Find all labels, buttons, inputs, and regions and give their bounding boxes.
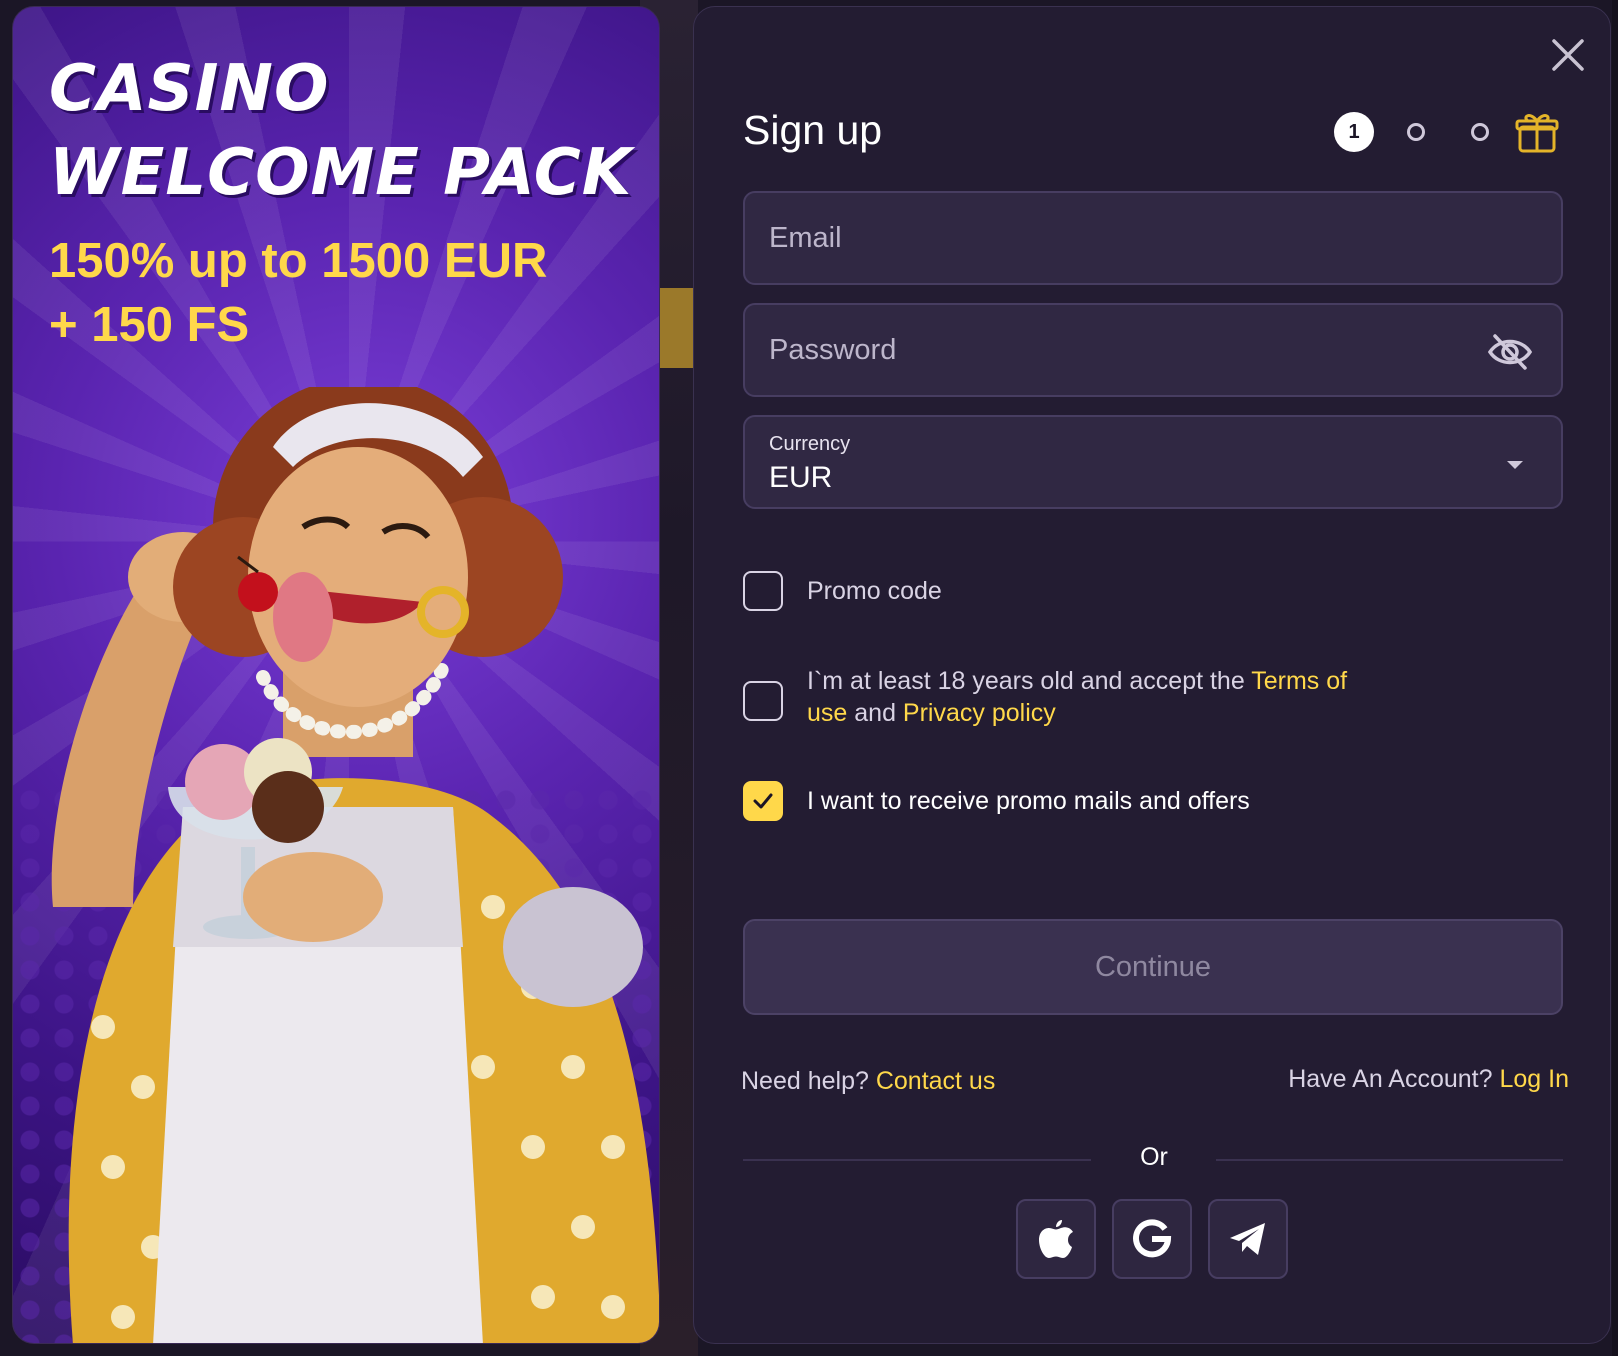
banner-title: CASINO WELCOME PACK xyxy=(49,47,632,215)
step-2-indicator xyxy=(1407,123,1425,141)
checkmark-icon xyxy=(753,793,773,809)
modal-title: Sign up xyxy=(743,107,883,153)
banner-offer-line-1: 150% up to 1500 EUR xyxy=(49,234,548,288)
promo-mails-row: I want to receive promo mails and offers xyxy=(743,781,1250,821)
google-icon xyxy=(1133,1219,1172,1258)
need-help: Need help? Contact us xyxy=(741,1067,995,1096)
continue-button[interactable]: Continue xyxy=(743,919,1563,1015)
password-field[interactable] xyxy=(743,303,1563,397)
google-login-button[interactable] xyxy=(1112,1199,1192,1279)
close-icon[interactable] xyxy=(1548,35,1588,75)
contact-us-link[interactable]: Contact us xyxy=(876,1067,996,1095)
telegram-icon xyxy=(1230,1223,1265,1255)
step-indicator: 1 xyxy=(1334,107,1564,157)
promo-mails-checkbox[interactable] xyxy=(743,781,783,821)
apple-login-button[interactable] xyxy=(1016,1199,1096,1279)
banner-offer: 150% up to 1500 EUR + 150 FS xyxy=(49,229,547,357)
banner-title-line-2: WELCOME PACK xyxy=(49,136,633,210)
or-label: Or xyxy=(1140,1143,1168,1171)
privacy-policy-link[interactable]: Privacy policy xyxy=(903,699,1056,727)
promo-mails-label: I want to receive promo mails and offers xyxy=(807,787,1250,815)
log-in-link[interactable]: Log In xyxy=(1499,1065,1569,1093)
divider-left xyxy=(743,1159,1091,1161)
signup-modal: Sign up 1 Currency EUR Promo code I`m xyxy=(693,6,1611,1344)
terms-checkbox[interactable] xyxy=(743,681,783,721)
have-account-text: Have An Account? xyxy=(1288,1065,1500,1093)
terms-and: and xyxy=(847,699,903,727)
background-edge xyxy=(1612,0,1618,1356)
terms-prefix: I`m at least 18 years old and accept the xyxy=(807,667,1252,695)
currency-select[interactable]: Currency EUR xyxy=(743,415,1563,509)
telegram-login-button[interactable] xyxy=(1208,1199,1288,1279)
chevron-down-icon xyxy=(1507,461,1523,469)
banner-offer-line-2: + 150 FS xyxy=(49,298,250,352)
currency-label: Currency xyxy=(769,433,851,455)
email-field[interactable] xyxy=(743,191,1563,285)
have-account: Have An Account? Log In xyxy=(1288,1065,1569,1094)
apple-icon xyxy=(1039,1220,1073,1258)
terms-label: I`m at least 18 years old and accept the… xyxy=(807,665,1367,729)
terms-row: I`m at least 18 years old and accept the… xyxy=(743,665,1367,729)
password-input[interactable] xyxy=(769,305,1469,395)
promo-banner: CASINO WELCOME PACK 150% up to 1500 EUR … xyxy=(12,6,660,1344)
banner-title-line-1: CASINO xyxy=(49,52,330,126)
promo-code-checkbox[interactable] xyxy=(743,571,783,611)
promo-code-row: Promo code xyxy=(743,571,942,611)
currency-value: EUR xyxy=(769,461,833,494)
step-3-indicator xyxy=(1471,123,1489,141)
need-help-text: Need help? xyxy=(741,1067,876,1095)
banner-character-illustration xyxy=(51,387,659,1343)
step-1-indicator: 1 xyxy=(1334,112,1374,152)
email-input[interactable] xyxy=(769,193,1469,283)
eye-off-icon[interactable] xyxy=(1487,332,1533,372)
gift-icon xyxy=(1515,114,1559,153)
divider-right xyxy=(1216,1159,1563,1161)
promo-code-label: Promo code xyxy=(807,577,942,605)
